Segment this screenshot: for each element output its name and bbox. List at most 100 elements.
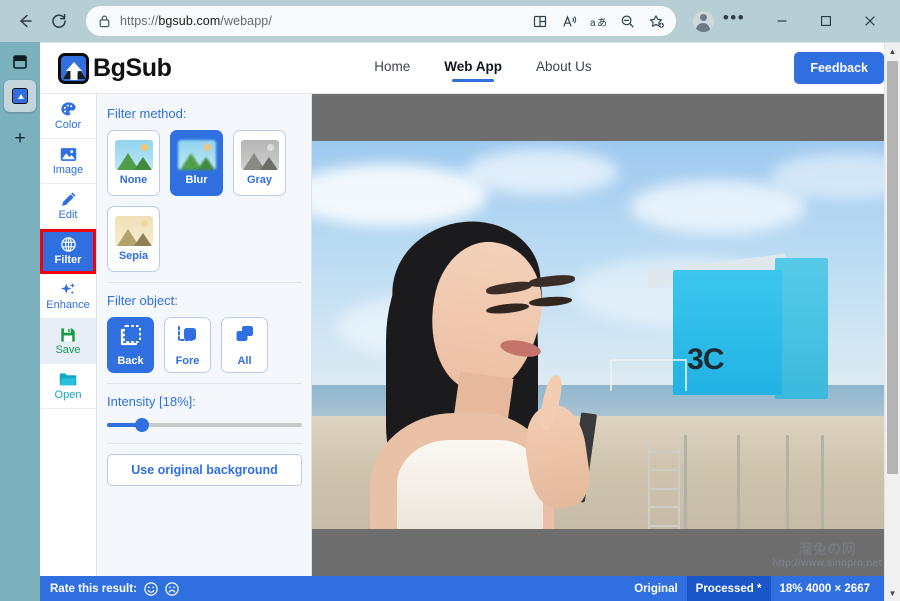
tool-open[interactable]: Open: [40, 364, 96, 409]
filter-object-label: Back: [117, 355, 144, 367]
tool-label: Image: [52, 164, 84, 176]
close-button[interactable]: [848, 6, 892, 36]
nav-link-about-us[interactable]: About Us: [536, 59, 592, 78]
tool-label: Open: [54, 389, 82, 401]
folder-icon: [59, 371, 77, 388]
watermark-url-text: http://www.sinopro.net: [772, 558, 882, 569]
maximize-button[interactable]: [804, 6, 848, 36]
filter-method-gray[interactable]: Gray: [233, 130, 286, 196]
thumbnail-blur-icon: [177, 140, 216, 170]
url-domain: bgsub.com: [158, 14, 221, 28]
globe-grid-icon: [60, 236, 77, 253]
thumbnail-sepia-icon: [114, 216, 153, 246]
browser-titlebar: https://bgsub.com/webapp/ a あ •••: [0, 0, 900, 42]
nav-link-web-app[interactable]: Web App: [444, 59, 502, 82]
url-prefix: https://: [120, 14, 159, 28]
feedback-button[interactable]: Feedback: [794, 52, 884, 84]
tool-filter[interactable]: Filter: [40, 229, 96, 274]
filter-method-label: Sepia: [118, 250, 149, 262]
back-arrow-icon: [20, 14, 32, 28]
profile-button[interactable]: [688, 6, 718, 36]
watermark-cjk-text: 溜兔の网: [798, 541, 857, 558]
intensity-label: Intensity [18%]:: [107, 394, 196, 409]
sad-face-icon[interactable]: [165, 581, 179, 596]
tool-save[interactable]: Save: [40, 319, 96, 364]
reload-button[interactable]: [42, 6, 76, 36]
tool-label: Save: [55, 344, 81, 356]
picture-icon: [60, 146, 77, 163]
all-select-icon: [233, 323, 257, 352]
translate-icon[interactable]: a あ: [585, 8, 612, 34]
filter-method-label: None: [119, 174, 148, 186]
browser-more-button[interactable]: •••: [718, 6, 750, 36]
site-logo[interactable]: BgSub: [58, 52, 172, 84]
status-bar: Rate this result: Original Processed * 1…: [40, 576, 900, 601]
filter-object-fore[interactable]: Fore: [164, 317, 211, 373]
intensity-slider[interactable]: [107, 417, 302, 433]
window-controls: [760, 6, 892, 36]
person-subject: [359, 188, 629, 529]
url-text: https://bgsub.com/webapp/: [120, 14, 527, 28]
zoom-out-icon[interactable]: [614, 8, 641, 34]
tower-number: 3C: [687, 342, 724, 376]
use-original-background-button[interactable]: Use original background: [107, 454, 302, 486]
panel-divider-1: [107, 282, 302, 283]
read-aloud-icon[interactable]: [556, 8, 583, 34]
filter-object-label: Fore: [175, 355, 200, 367]
page-scrollbar[interactable]: ▲ ▼: [884, 43, 900, 601]
filter-method-row-1: None Blur Gray: [107, 130, 302, 196]
reload-icon: [52, 13, 66, 28]
tab-list-icon[interactable]: [5, 48, 35, 76]
tool-label: Enhance: [46, 299, 90, 311]
filter-method-title: Filter method:: [107, 106, 187, 121]
tool-rail-filler: [40, 409, 96, 576]
lifeguard-tower: 3C: [609, 246, 835, 529]
tool-edit[interactable]: Edit: [40, 184, 96, 229]
status-tab-processed[interactable]: Processed *: [686, 576, 771, 601]
back-button[interactable]: [8, 6, 42, 36]
url-path: /webapp/: [220, 14, 272, 28]
status-tab-original[interactable]: Original: [625, 576, 686, 601]
filter-object-back[interactable]: Back: [107, 317, 154, 373]
foreground-select-icon: [176, 323, 200, 352]
tool-color[interactable]: Color: [40, 94, 96, 139]
floppy-icon: [60, 326, 76, 343]
nav-link-home[interactable]: Home: [374, 59, 410, 78]
logo-text: BgSub: [93, 53, 172, 82]
happy-face-icon[interactable]: [144, 581, 158, 596]
image-watermark: 溜兔の网 http://www.sinopro.net: [773, 541, 882, 570]
site-header: BgSub Home Web App About Us Feedback: [40, 43, 900, 94]
thumbnail-none-icon: [114, 140, 153, 170]
scroll-down-arrow-icon[interactable]: ▼: [885, 585, 900, 601]
tool-enhance[interactable]: Enhance: [40, 274, 96, 319]
new-tab-button[interactable]: +: [5, 124, 35, 154]
browser-window: https://bgsub.com/webapp/ a あ ••• + BgSu…: [0, 0, 900, 601]
web-page: BgSub Home Web App About Us Feedback Col…: [40, 42, 900, 601]
thumbnail-gray-icon: [240, 140, 279, 170]
filter-object-all[interactable]: All: [221, 317, 268, 373]
rate-label-text: Rate this result:: [50, 582, 137, 595]
tool-image[interactable]: Image: [40, 139, 96, 184]
pencil-icon: [60, 191, 77, 208]
slider-thumb[interactable]: [135, 418, 150, 432]
filter-method-blur[interactable]: Blur: [170, 130, 223, 196]
filter-method-none[interactable]: None: [107, 130, 160, 196]
scrollbar-thumb[interactable]: [887, 61, 898, 474]
scroll-up-arrow-icon[interactable]: ▲: [885, 43, 900, 59]
vertical-tab-strip: +: [0, 42, 40, 601]
add-favorite-icon[interactable]: [643, 8, 670, 34]
status-zoom-dimensions: 18% 4000 × 2667: [779, 582, 870, 595]
processed-photo: 3C: [312, 141, 900, 529]
sparkle-icon: [60, 281, 77, 298]
image-canvas[interactable]: 3C 溜兔の网 http://www.sinopro.net: [312, 94, 900, 576]
tower-ladder: [648, 439, 681, 529]
filter-method-sepia[interactable]: Sepia: [107, 206, 160, 272]
svg-text:a: a: [590, 18, 596, 29]
tool-label: Filter: [54, 254, 82, 266]
minimize-button[interactable]: [760, 6, 804, 36]
sidebar-item-bgsub-tab[interactable]: [4, 80, 36, 112]
filter-object-row: Back Fore All: [107, 317, 302, 373]
address-bar[interactable]: https://bgsub.com/webapp/ a あ: [86, 6, 676, 36]
filter-method-label: Gray: [246, 174, 273, 186]
split-screen-icon[interactable]: [527, 8, 554, 34]
